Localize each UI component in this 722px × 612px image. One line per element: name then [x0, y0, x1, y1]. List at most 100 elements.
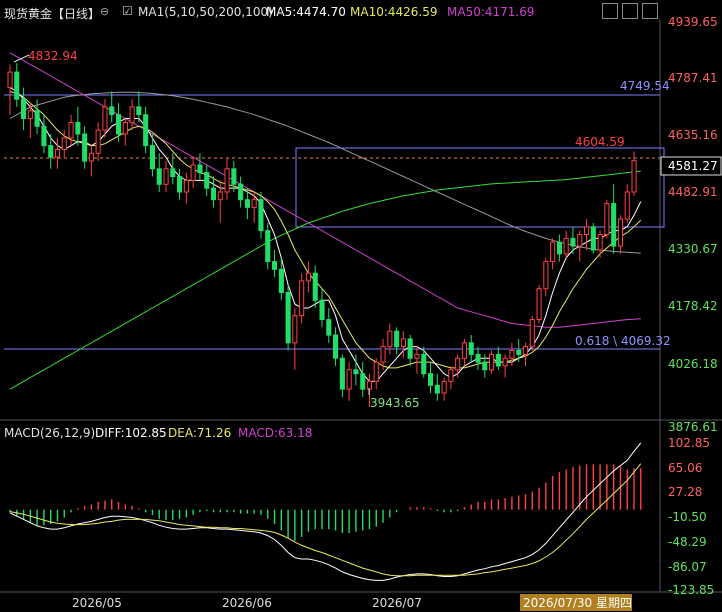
- candle-up: [251, 199, 257, 208]
- candle-up: [414, 353, 420, 359]
- candle-up: [129, 106, 135, 123]
- candle-down: [156, 168, 162, 185]
- candle-down: [136, 106, 142, 116]
- price-tick: 4939.65: [668, 15, 718, 29]
- candle-down: [143, 114, 149, 147]
- candle-up: [461, 342, 467, 359]
- current-price-label: 4581.27: [668, 159, 718, 173]
- candle-up: [550, 241, 556, 262]
- candle-up: [217, 191, 223, 201]
- candle-up: [543, 261, 549, 290]
- price-tick: 4482.91: [668, 185, 718, 199]
- candle-up: [183, 179, 189, 193]
- candle-down: [482, 361, 488, 371]
- candle-down: [41, 125, 47, 147]
- candle-down: [326, 319, 332, 336]
- fib-label: 0.618 \ 4069.32: [575, 334, 671, 348]
- candle-down: [570, 237, 576, 247]
- candle-down: [21, 98, 27, 119]
- macd-tick: -86.07: [668, 560, 707, 574]
- candle-down: [244, 199, 250, 208]
- candle-up: [346, 369, 352, 390]
- candle-down: [285, 292, 291, 344]
- candle-up: [441, 380, 447, 394]
- candle-up: [102, 106, 108, 131]
- candle-up: [624, 191, 630, 220]
- macd-tick: -10.50: [668, 510, 707, 524]
- candle-down: [495, 353, 501, 367]
- candle-down: [394, 330, 400, 348]
- candle-down: [278, 268, 284, 293]
- macd-diff-line: [9, 442, 642, 581]
- candle-up: [604, 203, 610, 236]
- candle-down: [34, 110, 40, 127]
- resistance-label: 4749.54: [620, 79, 670, 93]
- cursor-date: 2026/07/30 星期四: [523, 596, 632, 610]
- candlesticks: [7, 63, 637, 407]
- price-tick: 4178.42: [668, 299, 718, 313]
- price-tick: 3876.61: [668, 420, 718, 434]
- price-tick: 4787.41: [668, 71, 718, 85]
- candle-down: [82, 133, 88, 162]
- candle-up: [584, 226, 590, 236]
- price-axis: 4939.65 4787.41 4635.16 4482.91 4330.67 …: [668, 15, 718, 434]
- time-axis: 2026/05 2026/06 2026/07 2026/07/30 星期四: [72, 594, 632, 611]
- candle-up: [54, 149, 61, 158]
- candle-up: [489, 353, 495, 371]
- candle-up: [448, 369, 454, 382]
- candle-up: [631, 160, 637, 193]
- macd-dea-line: [9, 463, 642, 577]
- price-tick: 4635.16: [668, 128, 718, 142]
- candle-up: [529, 319, 535, 348]
- candle-up: [380, 346, 386, 363]
- macd-tick: -48.29: [668, 535, 707, 549]
- macd-tick: -123.85: [668, 583, 714, 597]
- candle-down: [353, 369, 359, 375]
- candle-up: [509, 350, 515, 359]
- candle-up: [366, 380, 372, 390]
- candle-up: [68, 121, 74, 139]
- candle-up: [400, 338, 406, 348]
- candle-down: [475, 353, 481, 363]
- candle-up: [502, 357, 508, 367]
- time-tick: 2026/05: [72, 596, 122, 610]
- candle-down: [210, 187, 216, 201]
- candle-down: [231, 168, 237, 185]
- candle-down: [116, 114, 122, 135]
- candle-down: [421, 353, 427, 375]
- candle-up: [224, 168, 230, 193]
- price-tick: 4026.18: [668, 357, 718, 371]
- candle-up: [617, 218, 624, 247]
- candle-up: [163, 168, 169, 185]
- candle-up: [190, 164, 196, 181]
- candle-up: [455, 357, 461, 371]
- price-chart[interactable]: 4832.94 4749.54 4604.59 0.618 \ 4069.32 …: [0, 0, 722, 612]
- candle-up: [387, 330, 393, 348]
- candle-down: [556, 241, 563, 255]
- candle-up: [536, 288, 542, 321]
- macd-pane: [9, 442, 642, 581]
- candle-down: [339, 357, 345, 390]
- candle-down: [468, 342, 474, 355]
- candle-down: [238, 183, 244, 201]
- candle-down: [590, 226, 596, 251]
- candle-up: [27, 110, 33, 120]
- candle-down: [333, 334, 339, 359]
- candle-down: [177, 176, 183, 193]
- candle-down: [319, 299, 325, 321]
- candle-down: [407, 338, 413, 359]
- candle-up: [577, 234, 583, 247]
- time-tick: 2026/06: [222, 596, 272, 610]
- candle-down: [149, 145, 155, 170]
- macd-tick: 27.28: [668, 485, 702, 499]
- candle-up: [7, 71, 13, 89]
- candle-down: [170, 168, 176, 178]
- recent-high-label: 4604.59: [575, 135, 625, 149]
- candle-down: [258, 199, 264, 232]
- candle-down: [516, 350, 522, 355]
- candle-up: [292, 315, 298, 344]
- price-tick: 4330.67: [668, 242, 718, 256]
- candle-down: [204, 172, 210, 189]
- candle-up: [373, 361, 379, 382]
- macd-tick: 65.06: [668, 461, 702, 475]
